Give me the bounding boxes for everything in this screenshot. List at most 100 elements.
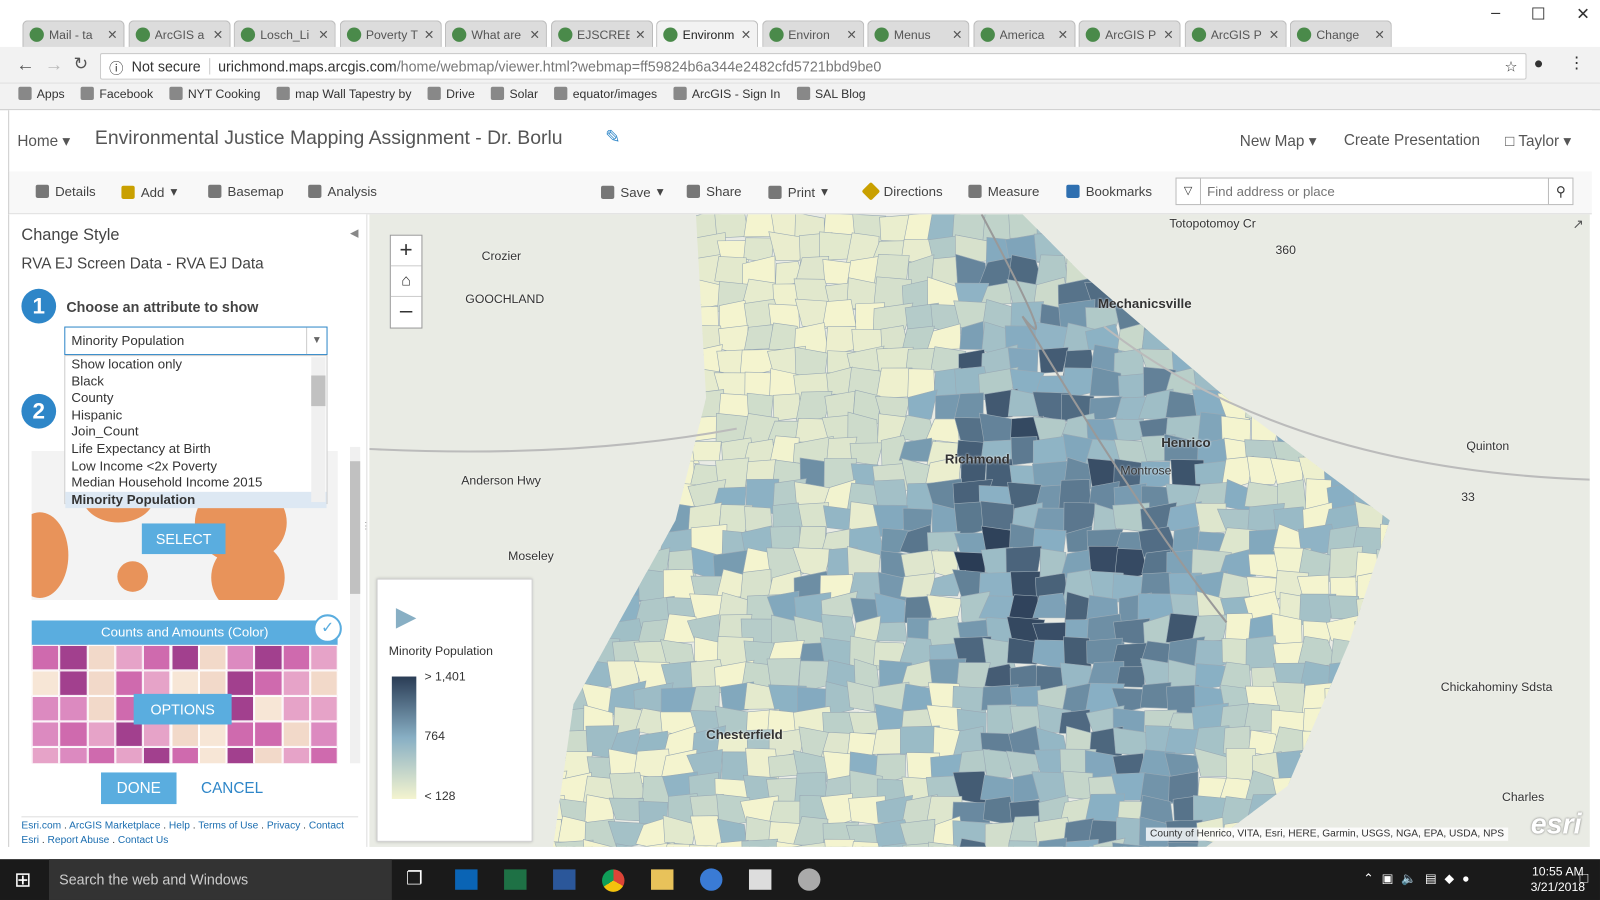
map-polygon[interactable]	[1408, 797, 1438, 825]
map-polygon[interactable]	[559, 343, 591, 381]
map-polygon[interactable]	[1061, 232, 1091, 265]
taskbar-search[interactable]: Search the web and Windows	[48, 859, 392, 900]
map-polygon[interactable]	[1270, 323, 1310, 354]
map-polygon[interactable]	[1356, 774, 1390, 806]
map-polygon[interactable]	[1376, 663, 1412, 693]
map-polygon[interactable]	[1195, 257, 1223, 291]
map-polygon[interactable]	[1193, 277, 1231, 314]
map-polygon[interactable]	[1300, 839, 1336, 847]
browser-tab[interactable]: EJSCREE ✕	[550, 20, 653, 47]
map-polygon[interactable]	[1384, 394, 1414, 426]
map-polygon[interactable]	[1407, 636, 1440, 670]
map-polygon[interactable]	[1167, 842, 1199, 847]
map-polygon[interactable]	[1354, 389, 1389, 424]
map-polygon[interactable]	[613, 480, 644, 514]
map-polygon[interactable]	[1327, 344, 1365, 379]
map-polygon[interactable]	[1383, 729, 1414, 759]
map-polygon[interactable]	[610, 283, 646, 309]
map-polygon[interactable]	[587, 487, 621, 511]
chrome-icon[interactable]	[602, 869, 625, 892]
close-tab-icon[interactable]: ✕	[846, 27, 856, 41]
map-polygon[interactable]	[582, 548, 620, 581]
map-polygon[interactable]	[1382, 776, 1410, 803]
outlook-icon[interactable]	[455, 869, 478, 890]
map-polygon[interactable]	[633, 348, 675, 379]
map-polygon[interactable]	[556, 392, 589, 426]
map-polygon[interactable]	[556, 415, 594, 449]
map-polygon[interactable]	[1140, 681, 1172, 709]
close-tab-icon[interactable]: ✕	[952, 27, 962, 41]
share-button[interactable]: Share	[686, 184, 742, 199]
map-polygon[interactable]	[555, 214, 590, 244]
map-polygon[interactable]	[1412, 301, 1441, 332]
map-polygon[interactable]	[529, 442, 565, 470]
map-polygon[interactable]	[1274, 214, 1307, 240]
style-option-counts-color[interactable]: Counts and Amounts (Color)	[31, 620, 338, 764]
map-polygon[interactable]	[1359, 456, 1388, 491]
browser-tab[interactable]: Mail - ta ✕	[22, 20, 125, 47]
map-polygon[interactable]	[1377, 280, 1417, 310]
user-menu[interactable]: □ Taylor ▾	[1505, 132, 1571, 150]
expand-icon[interactable]: ↗	[1573, 216, 1584, 232]
map-polygon[interactable]	[1406, 575, 1437, 601]
analysis-button[interactable]: Analysis	[308, 184, 377, 199]
footer-link[interactable]: Privacy	[267, 820, 300, 831]
map-polygon[interactable]	[1274, 278, 1305, 309]
map-polygon[interactable]	[1325, 772, 1361, 805]
bookmark-item[interactable]: Facebook	[80, 86, 153, 106]
close-tab-icon[interactable]: ✕	[107, 27, 117, 41]
map-polygon[interactable]	[666, 214, 694, 244]
map-polygon[interactable]	[1062, 770, 1094, 800]
map-polygon[interactable]	[555, 486, 594, 507]
extension-icon[interactable]: ●	[1534, 55, 1544, 73]
map-polygon[interactable]	[1301, 329, 1335, 359]
map-polygon[interactable]	[634, 262, 675, 283]
map-polygon[interactable]	[1299, 279, 1333, 312]
map-polygon[interactable]	[1143, 214, 1173, 246]
map-polygon[interactable]	[1380, 349, 1411, 377]
bookmark-item[interactable]: equator/images	[554, 86, 657, 106]
map-polygon[interactable]	[1351, 642, 1390, 670]
map-polygon[interactable]	[635, 392, 674, 423]
map-polygon[interactable]	[608, 797, 645, 822]
map-polygon[interactable]	[1112, 214, 1151, 244]
search-input[interactable]	[1201, 178, 1548, 205]
excel-icon[interactable]	[504, 869, 527, 890]
footer-link[interactable]: Esri.com	[21, 820, 61, 831]
map-polygon[interactable]	[528, 214, 569, 242]
map-polygon[interactable]	[582, 570, 620, 603]
map-polygon[interactable]	[1328, 326, 1363, 357]
clock[interactable]: 10:55 AM 3/21/2018	[1531, 864, 1585, 895]
map-view[interactable]: + ⌂ – ↗ Crozier GOOCHLAND Mechanicsville Ri…	[369, 214, 1590, 847]
map-polygon[interactable]	[1325, 389, 1363, 421]
map-polygon[interactable]	[609, 547, 646, 582]
attribute-option[interactable]: Join_Count	[65, 424, 326, 441]
back-icon[interactable]: ←	[16, 54, 34, 75]
map-polygon[interactable]	[1296, 299, 1338, 336]
map-polygon[interactable]	[1350, 792, 1390, 830]
map-polygon[interactable]	[1376, 549, 1417, 583]
collapse-panel-icon[interactable]: ◀	[350, 227, 359, 240]
map-polygon[interactable]	[530, 388, 566, 420]
map-polygon[interactable]	[1403, 706, 1437, 737]
map-polygon[interactable]	[1406, 594, 1439, 624]
map-polygon[interactable]	[610, 214, 646, 239]
map-polygon[interactable]	[528, 345, 564, 374]
forward-icon[interactable]: →	[45, 54, 63, 75]
cancel-button[interactable]: CANCEL	[201, 780, 263, 797]
map-polygon[interactable]	[608, 305, 647, 332]
map-polygon[interactable]	[1350, 839, 1386, 847]
map-polygon[interactable]	[554, 278, 594, 310]
map-polygon[interactable]	[1164, 255, 1203, 287]
map-polygon[interactable]	[1191, 238, 1232, 267]
browser-tab[interactable]: America ✕	[972, 20, 1075, 47]
browser-tab[interactable]: What are ✕	[444, 20, 547, 47]
zoom-out-button[interactable]: –	[391, 297, 422, 328]
map-polygon[interactable]	[1245, 253, 1282, 290]
map-polygon[interactable]	[615, 507, 640, 536]
map-polygon[interactable]	[1273, 371, 1311, 402]
map-polygon[interactable]	[1379, 683, 1417, 713]
map-polygon[interactable]	[1324, 254, 1363, 289]
map-polygon[interactable]	[1272, 301, 1304, 331]
map-polygon[interactable]	[585, 217, 622, 243]
